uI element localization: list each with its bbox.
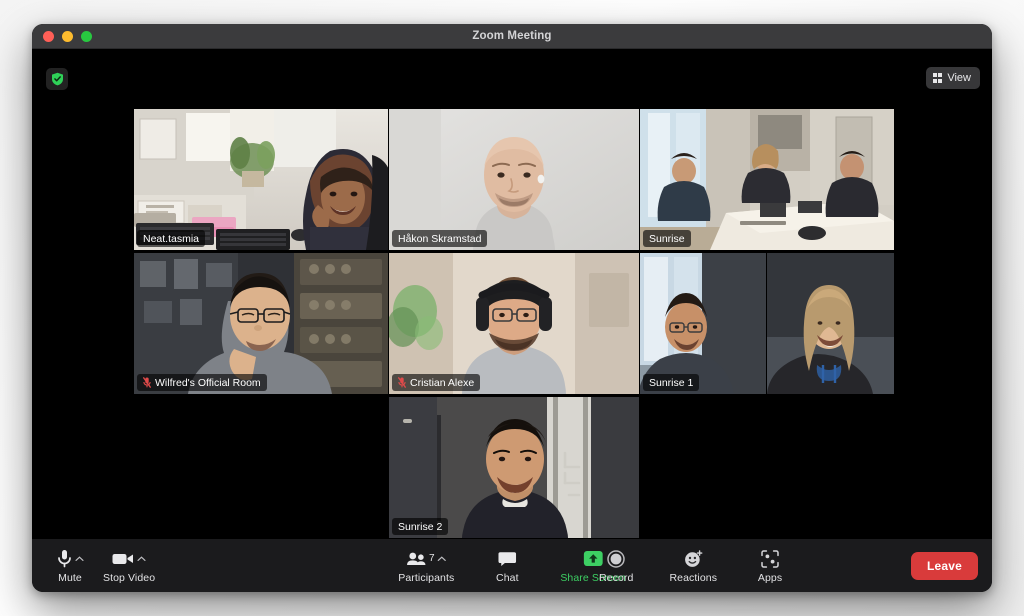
stop-video-label: Stop Video xyxy=(103,571,156,584)
smiley-plus-icon xyxy=(684,550,703,567)
apps-label: Apps xyxy=(757,571,783,584)
shield-check-icon[interactable] xyxy=(46,68,68,90)
participant-name-tag: Sunrise 1 xyxy=(643,374,700,391)
video-tile[interactable]: Sunrise xyxy=(640,109,894,250)
participant-video xyxy=(640,253,766,394)
participants-count: 7 xyxy=(429,552,435,564)
participant-name-tag: Håkon Skramstad xyxy=(392,230,488,247)
apps-brackets-icon xyxy=(761,550,779,568)
participant-video xyxy=(389,397,639,538)
participant-name: Sunrise 2 xyxy=(398,520,443,533)
mute-button[interactable]: Mute xyxy=(46,547,94,585)
participant-name: Wilfred's Official Room xyxy=(155,376,261,389)
participant-video xyxy=(767,253,894,394)
participant-name: Sunrise xyxy=(649,232,685,245)
video-tile[interactable]: Cristian Alexe xyxy=(389,253,639,394)
maximize-window-button[interactable] xyxy=(81,30,92,42)
close-window-button[interactable] xyxy=(43,30,54,42)
video-tile[interactable]: Sunrise 2 xyxy=(389,397,639,538)
participants-label: Participants xyxy=(398,571,455,584)
mute-options-chevron-icon[interactable] xyxy=(74,556,84,562)
participant-name-tag: Cristian Alexe xyxy=(392,374,481,391)
participant-video xyxy=(389,253,639,394)
video-options-chevron-icon[interactable] xyxy=(137,556,146,562)
muted-microphone-icon xyxy=(398,377,406,388)
participant-name: Sunrise 1 xyxy=(649,376,694,389)
video-tile[interactable]: Håkon Skramstad xyxy=(389,109,639,250)
traffic-lights xyxy=(32,30,92,42)
video-grid: Neat.tasmia Håkon Skramstad Sunrise Wilf… xyxy=(32,49,992,539)
record-button[interactable]: Record xyxy=(592,547,640,585)
participant-name: Håkon Skramstad xyxy=(398,232,482,245)
apps-button[interactable]: Apps xyxy=(746,547,794,585)
record-label: Record xyxy=(599,571,634,584)
leave-button[interactable]: Leave xyxy=(910,551,978,580)
stop-video-button[interactable]: Stop Video xyxy=(96,547,162,585)
meeting-video-area: View Neat.tasmia Håkon Skramstad Sunrise… xyxy=(32,49,992,539)
participant-name-tag: Sunrise 2 xyxy=(392,518,449,535)
video-camera-icon xyxy=(112,554,134,565)
participant-name: Cristian Alexe xyxy=(410,376,475,389)
video-tile[interactable] xyxy=(767,253,894,394)
view-button-label: View xyxy=(947,72,971,84)
participant-name: Neat.tasmia xyxy=(143,232,200,245)
toolbar-left-group: Mute Stop Video xyxy=(46,547,162,585)
reactions-label: Reactions xyxy=(669,571,718,584)
mute-label: Mute xyxy=(58,571,82,584)
window-title: Zoom Meeting xyxy=(472,30,552,42)
view-button[interactable]: View xyxy=(925,67,980,89)
participant-video xyxy=(640,109,894,250)
participant-name-tag: Wilfred's Official Room xyxy=(137,374,267,391)
window-titlebar: Zoom Meeting xyxy=(32,24,992,49)
muted-microphone-icon xyxy=(143,377,151,388)
participant-name-tag: Sunrise xyxy=(643,230,691,247)
participants-options-chevron-icon[interactable] xyxy=(437,556,447,562)
participant-name-tag: Neat.tasmia xyxy=(137,230,206,247)
participant-video xyxy=(134,253,388,394)
reactions-button[interactable]: Reactions xyxy=(662,547,724,585)
video-tile[interactable]: Wilfred's Official Room xyxy=(134,253,388,394)
zoom-meeting-window: Zoom Meeting View Neat.tasmia Håkon Skra… xyxy=(32,24,992,592)
participant-video xyxy=(389,109,639,250)
record-circle-icon xyxy=(607,550,625,568)
participants-button[interactable]: 7 Participants xyxy=(391,547,461,585)
chat-button[interactable]: Chat xyxy=(483,547,531,585)
chat-label: Chat xyxy=(496,571,519,584)
speech-bubble-icon xyxy=(498,551,517,566)
video-tile[interactable]: Sunrise 1 xyxy=(640,253,766,394)
grid-icon xyxy=(932,73,943,83)
toolbar-leave-group: Leave xyxy=(910,551,978,580)
people-icon xyxy=(406,552,426,565)
toolbar-right-group: Record Reactions Apps xyxy=(592,547,794,585)
meeting-toolbar: Mute Stop Video 7 Participants Chat Shar… xyxy=(32,539,992,592)
participant-video xyxy=(134,109,388,250)
minimize-window-button[interactable] xyxy=(62,30,73,42)
microphone-icon xyxy=(57,550,71,568)
video-tile[interactable]: Neat.tasmia xyxy=(134,109,388,250)
